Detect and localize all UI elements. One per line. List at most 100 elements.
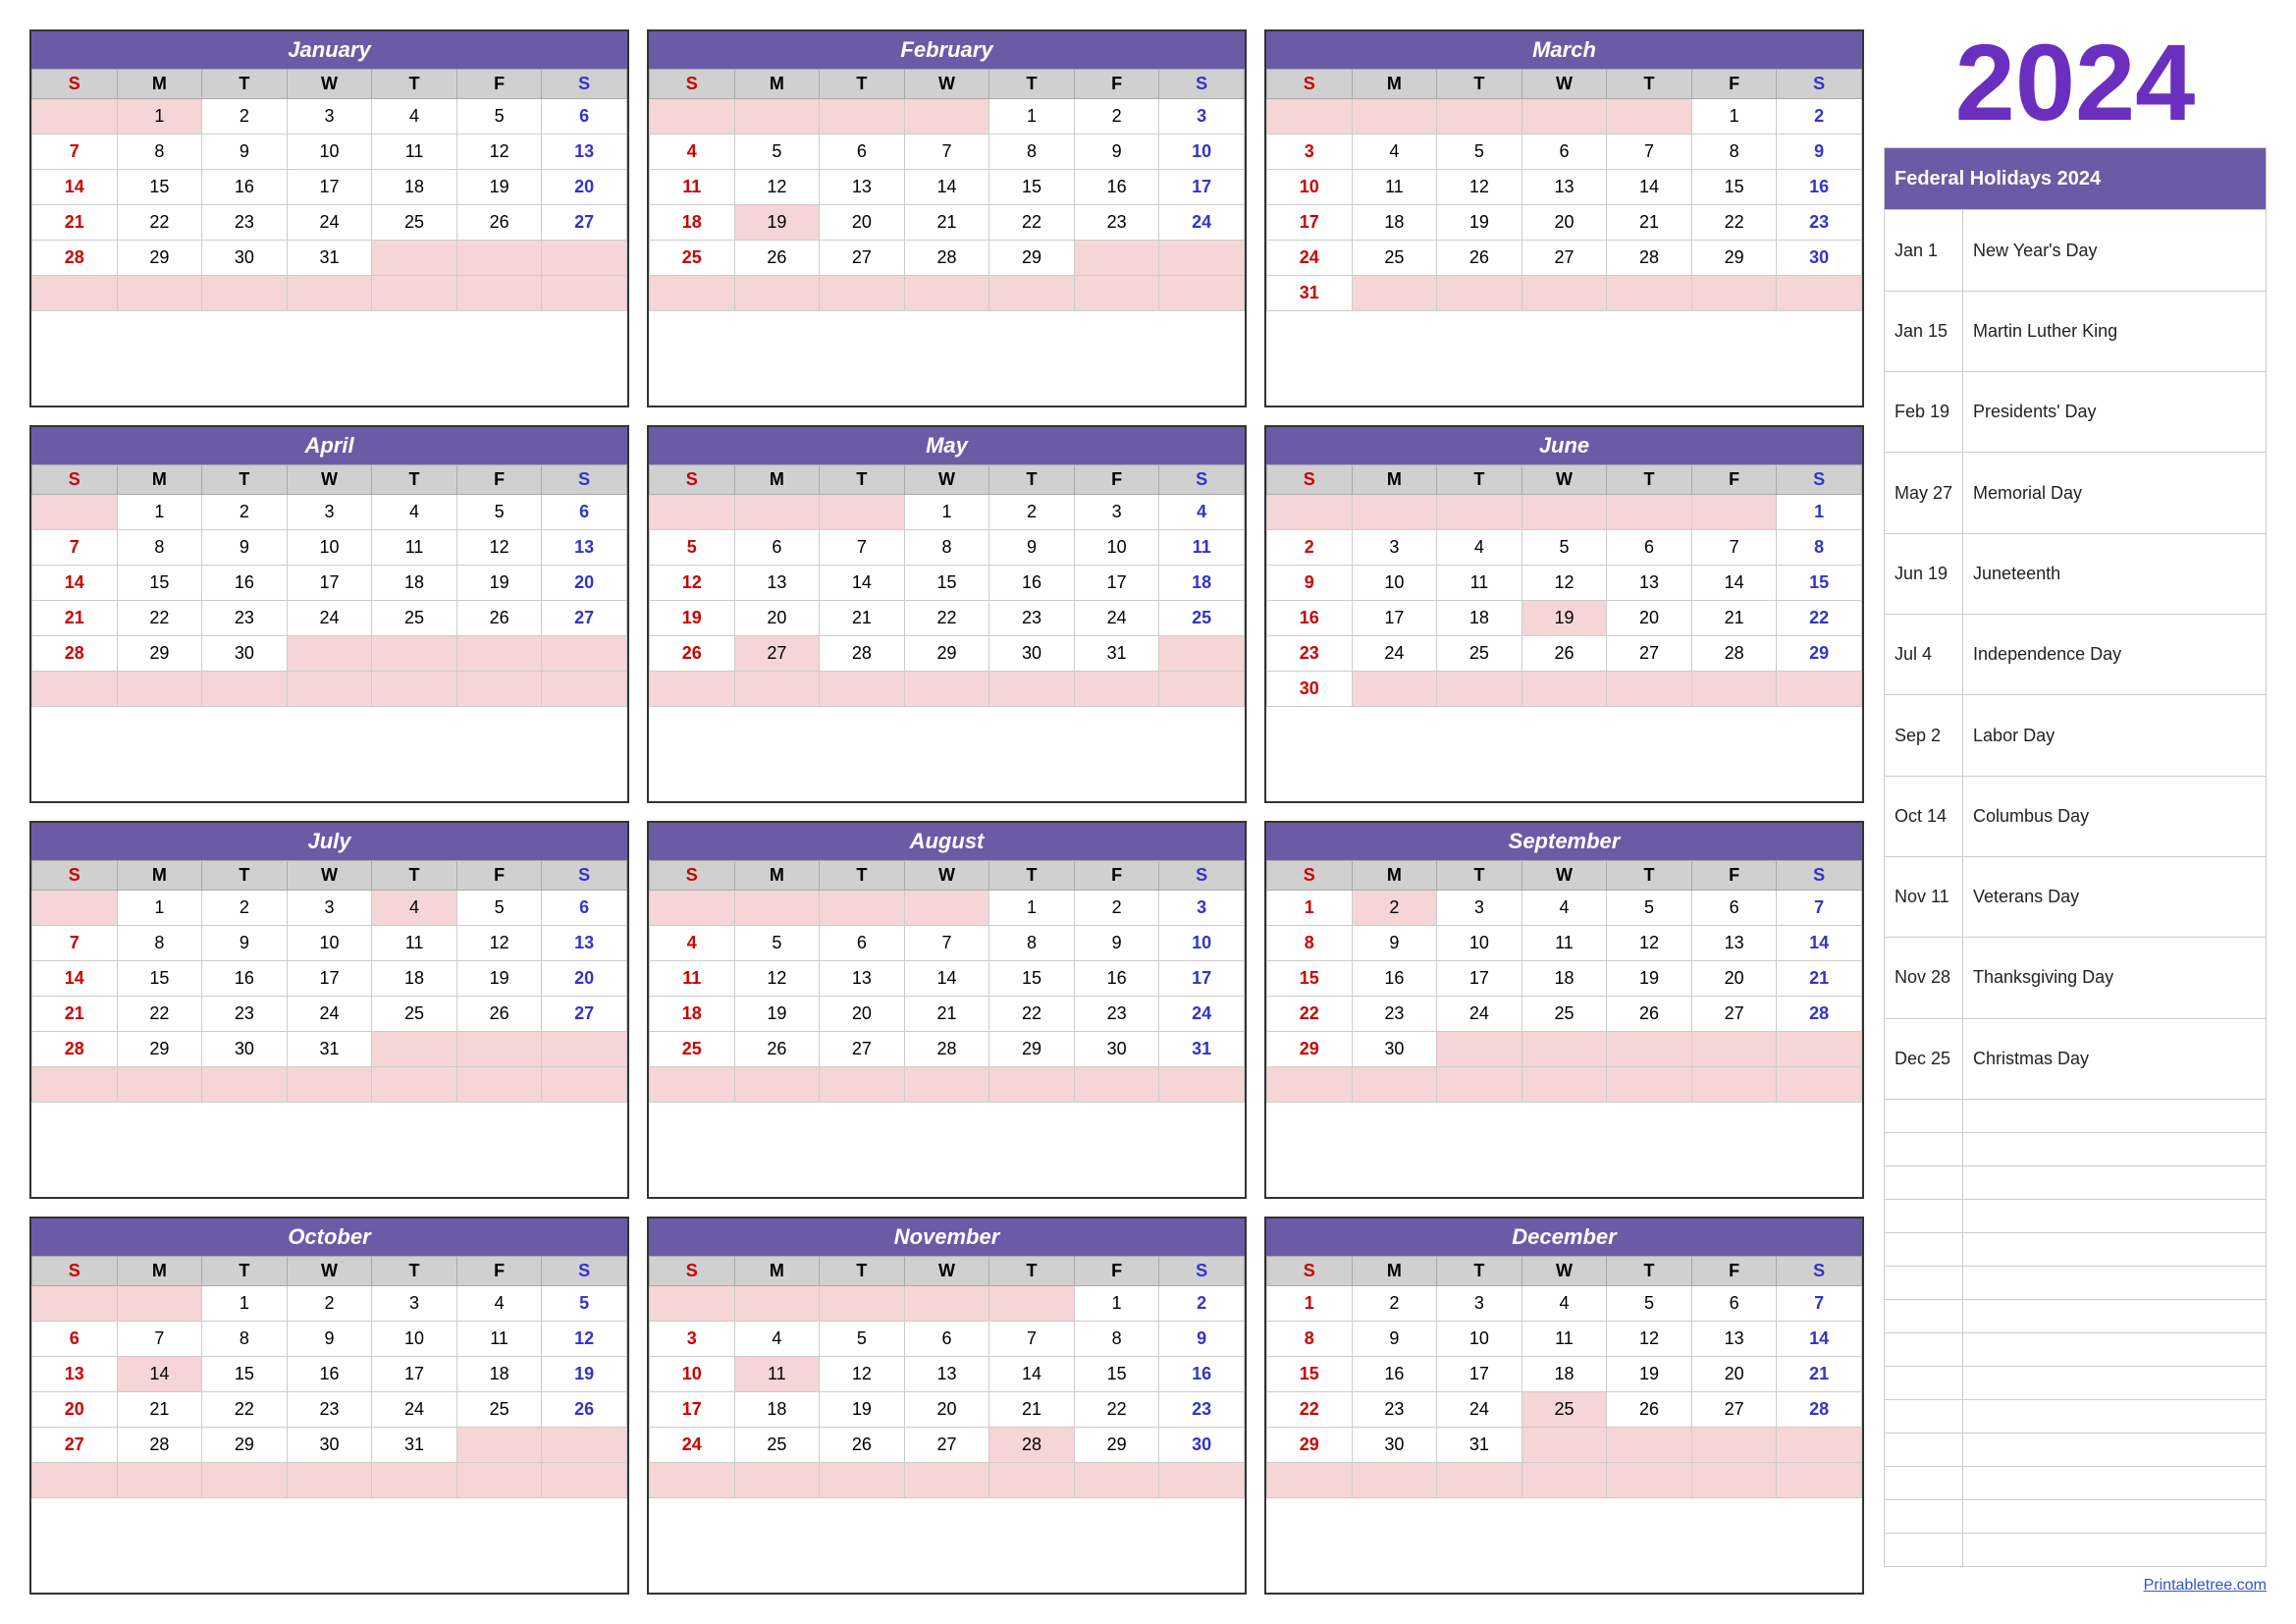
empty-cell xyxy=(202,1067,288,1103)
empty-holiday-row xyxy=(1885,1367,1963,1400)
day-cell: 8 xyxy=(904,530,989,566)
empty-cell xyxy=(202,672,288,707)
day-cell: 27 xyxy=(542,997,627,1032)
day-cell: 17 xyxy=(1352,601,1437,636)
day-header: S xyxy=(542,861,627,891)
empty-cell xyxy=(1437,1067,1522,1103)
day-cell: 21 xyxy=(1607,205,1692,241)
day-cell: 31 xyxy=(287,241,372,276)
day-cell: 20 xyxy=(1522,205,1607,241)
day-cell: 21 xyxy=(1777,1357,1862,1392)
empty-cell xyxy=(32,276,118,311)
day-cell: 14 xyxy=(32,170,118,205)
empty-cell xyxy=(820,672,905,707)
day-header: M xyxy=(1352,465,1437,495)
empty-cell xyxy=(372,1067,457,1103)
footer-link[interactable]: Printabletree.com xyxy=(1884,1577,2267,1595)
day-cell: 21 xyxy=(32,997,118,1032)
day-cell: 2 xyxy=(1074,99,1159,135)
empty-cell xyxy=(32,672,118,707)
empty-cell xyxy=(1607,1067,1692,1103)
day-cell xyxy=(372,241,457,276)
day-header: F xyxy=(1691,861,1777,891)
day-cell: 2 xyxy=(1352,1286,1437,1322)
day-cell xyxy=(734,99,820,135)
day-cell: 15 xyxy=(117,566,202,601)
day-cell: 20 xyxy=(542,170,627,205)
day-cell: 24 xyxy=(1159,997,1245,1032)
day-cell: 7 xyxy=(1777,891,1862,926)
day-cell: 24 xyxy=(1159,205,1245,241)
day-cell xyxy=(904,99,989,135)
holiday-date: Sep 2 xyxy=(1885,695,1963,776)
day-cell: 29 xyxy=(117,1032,202,1067)
day-header: T xyxy=(1607,1257,1692,1286)
day-cell: 12 xyxy=(734,170,820,205)
day-cell: 18 xyxy=(456,1357,542,1392)
day-cell: 8 xyxy=(117,135,202,170)
cal-table: SMTWTFS123456789101112131415161718192021… xyxy=(1266,1256,1862,1498)
empty-holiday-row xyxy=(1963,1500,2267,1534)
day-cell: 4 xyxy=(1522,891,1607,926)
day-cell: 28 xyxy=(32,636,118,672)
day-cell: 22 xyxy=(117,997,202,1032)
empty-cell xyxy=(542,672,627,707)
day-cell: 15 xyxy=(1267,1357,1353,1392)
day-cell xyxy=(1607,276,1692,311)
day-cell: 30 xyxy=(1352,1032,1437,1067)
day-header: T xyxy=(989,465,1075,495)
empty-holiday-row xyxy=(1885,1300,1963,1333)
empty-cell xyxy=(287,672,372,707)
day-cell: 24 xyxy=(372,1392,457,1428)
day-cell: 12 xyxy=(1522,566,1607,601)
day-cell: 30 xyxy=(1074,1032,1159,1067)
holiday-name: Veterans Day xyxy=(1963,857,2267,938)
day-header: M xyxy=(1352,861,1437,891)
month-july: JulySMTWTFS12345678910111213141516171819… xyxy=(29,821,629,1199)
day-cell: 16 xyxy=(989,566,1075,601)
day-cell: 4 xyxy=(1159,495,1245,530)
day-header: T xyxy=(372,70,457,99)
day-cell: 25 xyxy=(372,205,457,241)
day-cell: 17 xyxy=(1074,566,1159,601)
day-cell: 13 xyxy=(542,926,627,961)
day-cell xyxy=(1159,241,1245,276)
day-cell: 12 xyxy=(1437,170,1522,205)
day-cell: 2 xyxy=(1159,1286,1245,1322)
month-header: January xyxy=(31,31,627,69)
day-cell xyxy=(1777,672,1862,707)
day-cell: 18 xyxy=(1437,601,1522,636)
empty-cell xyxy=(1074,1463,1159,1498)
day-header: T xyxy=(202,861,288,891)
day-header: S xyxy=(32,465,118,495)
day-header: F xyxy=(1074,70,1159,99)
day-cell: 30 xyxy=(1159,1428,1245,1463)
empty-cell xyxy=(1691,1463,1777,1498)
empty-cell xyxy=(650,276,735,311)
day-cell: 13 xyxy=(1691,926,1777,961)
day-cell: 28 xyxy=(904,1032,989,1067)
day-header: T xyxy=(989,70,1075,99)
day-header: S xyxy=(1159,1257,1245,1286)
day-cell: 23 xyxy=(989,601,1075,636)
day-cell: 22 xyxy=(1777,601,1862,636)
day-cell: 16 xyxy=(202,961,288,997)
empty-cell xyxy=(1267,1067,1353,1103)
day-cell xyxy=(32,891,118,926)
day-cell: 17 xyxy=(372,1357,457,1392)
day-cell: 16 xyxy=(1074,961,1159,997)
day-cell: 7 xyxy=(904,135,989,170)
day-cell: 24 xyxy=(650,1428,735,1463)
day-cell: 23 xyxy=(1352,1392,1437,1428)
day-header: M xyxy=(1352,1257,1437,1286)
day-cell xyxy=(542,636,627,672)
day-cell: 26 xyxy=(650,636,735,672)
month-header: February xyxy=(649,31,1245,69)
day-cell: 24 xyxy=(1352,636,1437,672)
day-header: S xyxy=(1777,70,1862,99)
day-header: F xyxy=(456,861,542,891)
day-header: S xyxy=(650,1257,735,1286)
day-header: S xyxy=(1267,1257,1353,1286)
day-cell: 12 xyxy=(456,530,542,566)
cal-table: SMTWTFS123456789101112131415161718192021… xyxy=(649,69,1245,311)
